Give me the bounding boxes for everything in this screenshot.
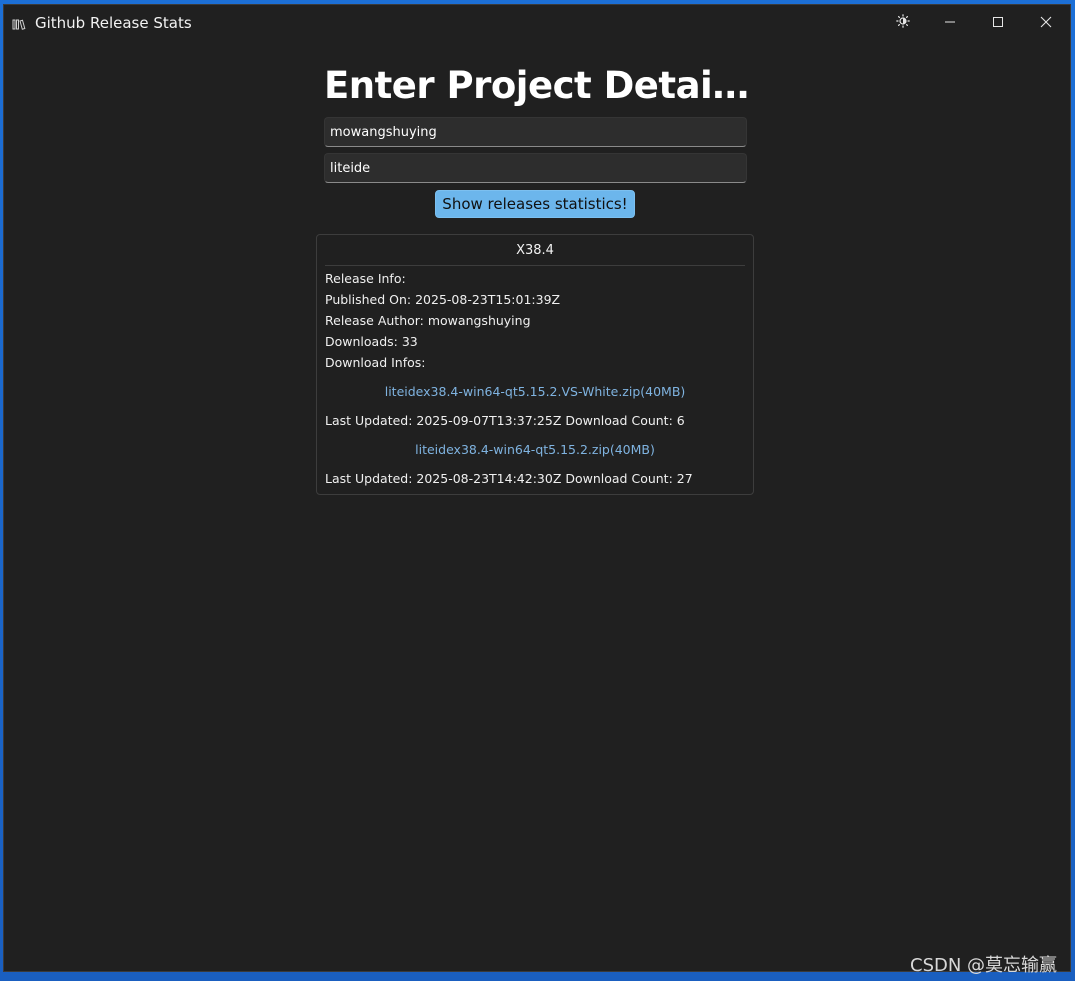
download-infos-label: Download Infos: xyxy=(325,355,426,370)
minimize-icon xyxy=(944,13,956,32)
library-books-icon xyxy=(12,16,26,30)
asset-download-link[interactable]: liteidex38.4-win64-qt5.15.2.zip(40MB) xyxy=(317,442,753,457)
brightness-icon xyxy=(896,13,910,32)
owner-input[interactable] xyxy=(324,117,747,147)
page-title: Enter Project Detail... xyxy=(324,64,750,107)
asset-download-link[interactable]: liteidex38.4-win64-qt5.15.2.VS-White.zip… xyxy=(317,384,753,399)
asset-meta-text: Last Updated: 2025-09-07T13:37:25Z Downl… xyxy=(325,413,685,428)
downloads-count-text: Downloads: 33 xyxy=(325,334,418,349)
release-author-text: Release Author: mowangshuying xyxy=(325,313,531,328)
window-title: Github Release Stats xyxy=(35,14,192,32)
theme-toggle-button[interactable] xyxy=(880,5,926,39)
maximize-icon xyxy=(992,13,1004,32)
app-window: Github Release Stats Enter Project Detai… xyxy=(3,4,1071,972)
show-statistics-button[interactable]: Show releases statistics! xyxy=(435,190,635,218)
release-tag: X38.4 xyxy=(325,235,745,266)
maximize-button[interactable] xyxy=(975,5,1021,39)
published-on-text: Published On: 2025-08-23T15:01:39Z xyxy=(325,292,561,307)
asset-meta-text: Last Updated: 2025-08-23T14:42:30Z Downl… xyxy=(325,471,693,486)
desktop-background: Github Release Stats Enter Project Detai… xyxy=(0,0,1075,981)
watermark-text: CSDN @莫忘输赢 xyxy=(910,955,1058,976)
release-card: X38.4 Release Info: Published On: 2025-0… xyxy=(316,234,754,495)
release-info-label: Release Info: xyxy=(325,271,406,286)
close-button[interactable] xyxy=(1023,5,1069,39)
minimize-button[interactable] xyxy=(927,5,973,39)
repository-input[interactable] xyxy=(324,153,747,183)
title-bar[interactable]: Github Release Stats xyxy=(4,5,1070,41)
close-icon xyxy=(1040,13,1052,32)
main-content: Enter Project Detail... Show releases st… xyxy=(4,41,1070,971)
